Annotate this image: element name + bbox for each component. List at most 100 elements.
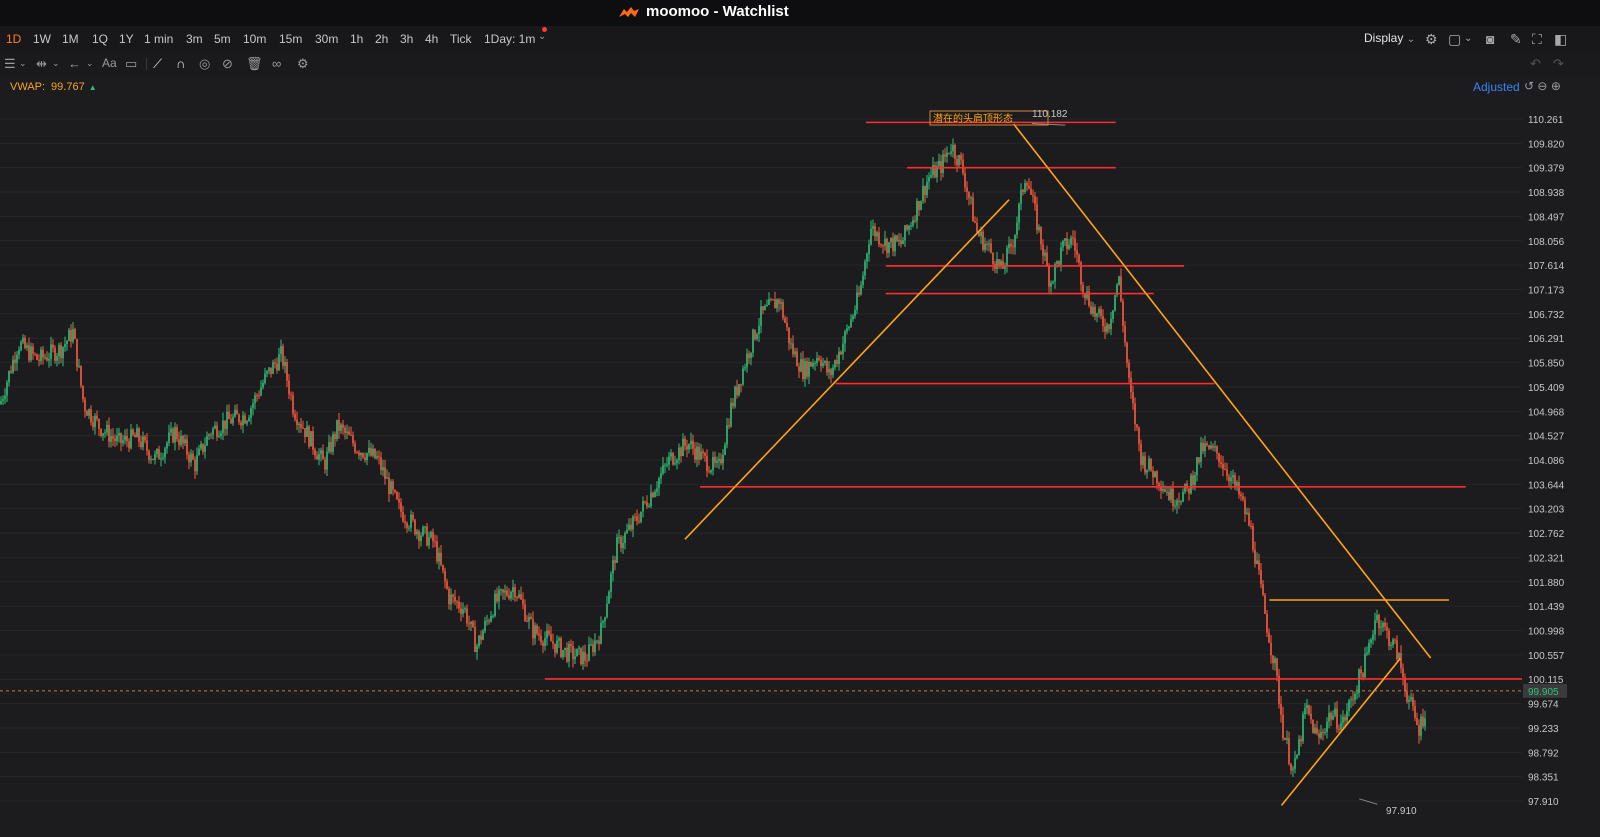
candle-body (144, 436, 146, 441)
camera-icon[interactable]: ◙ (1486, 31, 1494, 47)
candle-body (242, 415, 244, 426)
arrow-left-icon[interactable]: ← (68, 56, 81, 71)
candle-body (2, 398, 4, 401)
candle-body (252, 403, 254, 409)
candle-body (1306, 705, 1308, 709)
tf-1w[interactable]: 1W (33, 32, 51, 46)
price-tick-label: 105.850 (1528, 359, 1565, 370)
tf-3h[interactable]: 3h (400, 32, 413, 46)
chevron-down-icon[interactable]: ⌄ (52, 58, 60, 69)
menu-icon[interactable]: ☰ (4, 56, 16, 72)
candle-body (1106, 324, 1108, 332)
tf-1y[interactable]: 1Y (119, 32, 134, 46)
reset-icon[interactable]: ↺ (1524, 79, 1534, 93)
chevron-down-icon[interactable]: ⌄ (86, 58, 94, 69)
candle-body (1142, 456, 1144, 465)
candle-body (1408, 699, 1410, 702)
candle-body (374, 448, 376, 459)
candle-body (1422, 716, 1424, 727)
tf-1d[interactable]: 1D (6, 32, 21, 46)
candle-body (172, 428, 174, 443)
candle-body (778, 299, 780, 304)
candle-body (672, 452, 674, 465)
candle-body (188, 454, 190, 463)
gear-icon[interactable]: ⚙ (1425, 31, 1438, 48)
candle-body (1374, 620, 1376, 635)
tf-1day-dropdown[interactable]: 1Day: 1m (484, 32, 535, 46)
hide-icon[interactable]: ⊘ (222, 56, 233, 72)
pattern-label[interactable]: 潜在的头肩顶形态 (933, 112, 1013, 125)
tf-1h[interactable]: 1h (350, 32, 363, 46)
candle-body (396, 492, 398, 499)
candle-body (526, 620, 528, 622)
tf-10m[interactable]: 10m (243, 32, 266, 46)
display-button[interactable]: Display ⌄ (1364, 31, 1415, 45)
candle-body (1034, 196, 1036, 205)
tf-2h[interactable]: 2h (375, 32, 388, 46)
tf-5m[interactable]: 5m (214, 32, 231, 46)
visibility-icon[interactable]: ◎ (199, 56, 210, 72)
tf-tick[interactable]: Tick (450, 32, 472, 46)
settings-icon[interactable]: ⚙ (297, 56, 309, 72)
candle-body (1228, 476, 1230, 482)
candle-body (112, 436, 114, 439)
pencil-icon[interactable]: ✎ (1510, 31, 1522, 48)
candle-body (270, 367, 272, 374)
candle-body (328, 442, 330, 452)
tf-30m[interactable]: 30m (315, 32, 338, 46)
candle-body (650, 492, 652, 506)
zoom-in-icon[interactable]: ⊕ (1551, 79, 1561, 93)
candle-body (654, 491, 656, 498)
candle-body (422, 526, 424, 536)
tf-1min[interactable]: 1 min (144, 32, 173, 46)
candle-body (898, 240, 900, 242)
chevron-down-icon[interactable]: ⌄ (538, 31, 546, 42)
candle-body (12, 359, 14, 373)
candle-body (1324, 732, 1326, 734)
moomoo-logo-icon (619, 6, 639, 17)
comment-icon[interactable]: ▭ (125, 56, 137, 72)
fullscreen-icon[interactable]: ⛶ (1532, 31, 1542, 48)
adjusted-button[interactable]: Adjusted (1473, 80, 1519, 94)
candle-body (712, 456, 714, 471)
candle-body (344, 427, 346, 433)
undo-icon[interactable]: ↶ (1530, 56, 1541, 72)
candle-body (278, 354, 280, 371)
price-chart[interactable]: 110.261 109.820 109.379 108.938 108.497 108.0… (0, 96, 1600, 837)
tf-1q[interactable]: 1Q (92, 32, 108, 46)
candle-body (716, 461, 718, 463)
candle-body (264, 373, 266, 383)
candle-body (1378, 614, 1380, 629)
tf-4h[interactable]: 4h (425, 32, 438, 46)
trendline-tool-icon[interactable]: ⟋ (153, 56, 162, 72)
layout-icon[interactable]: ▢ (1448, 31, 1461, 48)
tf-1m[interactable]: 1M (62, 32, 79, 46)
measure-icon[interactable]: ⇹ (36, 56, 47, 72)
candle-body (872, 226, 874, 229)
text-icon[interactable]: Aa (102, 56, 117, 70)
tf-3m[interactable]: 3m (186, 32, 203, 46)
chevron-down-icon[interactable]: ⌄ (19, 58, 27, 69)
candle-body (804, 361, 806, 379)
candle-body (708, 471, 710, 473)
candle-body (998, 259, 1000, 266)
vwap-indicator[interactable]: VWAP: 99.767 ▲ (10, 81, 97, 93)
chevron-down-icon[interactable]: ⌄ (1464, 33, 1472, 44)
magnet-icon[interactable]: ∩ (176, 56, 185, 71)
link-icon[interactable]: ∞ (272, 56, 281, 71)
candle-body (320, 450, 322, 455)
trash-icon[interactable]: 🗑 (246, 56, 263, 72)
candle-body (1390, 645, 1392, 647)
candle-body (728, 425, 730, 427)
candle-body (92, 422, 94, 427)
candle-body (1082, 284, 1084, 294)
candle-body (1284, 738, 1286, 740)
zoom-out-icon[interactable]: ⊖ (1537, 79, 1547, 93)
candle-body (500, 589, 502, 591)
candle-body (656, 488, 658, 492)
tf-15m[interactable]: 15m (279, 32, 302, 46)
candle-body (1288, 738, 1290, 764)
candle-body (1362, 673, 1364, 678)
sidebar-toggle-icon[interactable]: ◧ (1554, 31, 1567, 48)
redo-icon[interactable]: ↷ (1553, 56, 1564, 72)
